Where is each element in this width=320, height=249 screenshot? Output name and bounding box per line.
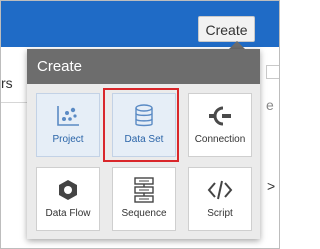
tile-data-flow-label: Data Flow [45,208,91,219]
tile-data-set[interactable]: Data Set [112,93,176,157]
popup-title: Create [27,49,260,84]
tile-connection-label: Connection [194,134,246,145]
tile-connection[interactable]: Connection [188,93,252,157]
background-divider [1,102,28,103]
tile-sequence-label: Sequence [121,208,167,219]
tile-project[interactable]: Project [36,93,100,157]
tile-data-set-label: Data Set [124,134,164,145]
sequence-list-icon [113,177,175,203]
database-icon [113,103,175,129]
plug-icon [189,103,251,129]
background-label-fragment: rs [1,75,13,91]
code-brackets-icon [189,177,251,203]
scatter-chart-icon [37,103,99,129]
tile-data-flow[interactable]: Data Flow [36,167,100,231]
create-button[interactable]: Create [198,16,255,42]
tile-script[interactable]: Script [188,167,252,231]
dataflow-hexagon-icon [37,177,99,203]
tile-script-label: Script [207,208,233,219]
background-label-fragment-right: e [266,97,274,113]
tile-project-label: Project [52,134,84,145]
background-chevron-fragment: > [267,178,276,194]
popup-pointer [229,41,245,49]
background-checkbox[interactable] [266,65,279,79]
tile-sequence[interactable]: Sequence [112,167,176,231]
create-popup: Create Project Data Set Connection Data … [27,49,260,239]
